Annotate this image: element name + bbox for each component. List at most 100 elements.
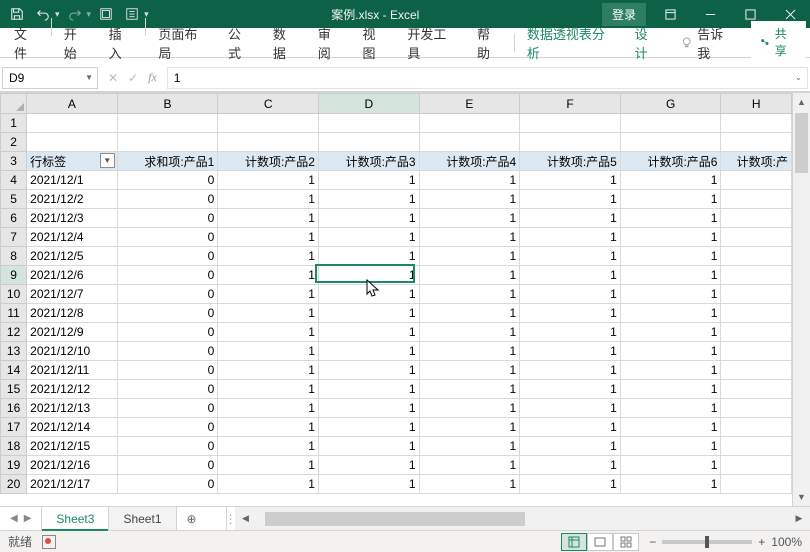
cell-value[interactable]: 1 <box>218 456 319 475</box>
ribbon-context-tab-1[interactable]: 设计 <box>625 18 670 68</box>
cell-value[interactable]: 1 <box>318 323 419 342</box>
cell[interactable] <box>318 133 419 152</box>
cell-value[interactable]: 0 <box>117 342 218 361</box>
cell-value[interactable]: 0 <box>117 475 218 494</box>
normal-view-button[interactable] <box>561 533 587 551</box>
cell-value[interactable]: 1 <box>218 285 319 304</box>
cell-value[interactable]: 1 <box>620 228 721 247</box>
cell[interactable] <box>27 133 118 152</box>
row-header-18[interactable]: 18 <box>1 437 27 456</box>
ribbon-tab-公式[interactable]: 公式 <box>218 18 263 68</box>
cell-value[interactable]: 1 <box>620 171 721 190</box>
cell-value[interactable] <box>721 285 792 304</box>
cell-value[interactable]: 1 <box>520 209 621 228</box>
cell-value[interactable]: 1 <box>218 266 319 285</box>
cell-date[interactable]: 2021/12/5 <box>27 247 118 266</box>
cell-value[interactable]: 1 <box>318 361 419 380</box>
col-header-D[interactable]: D <box>318 94 419 114</box>
page-layout-view-button[interactable] <box>587 533 613 551</box>
cell-value[interactable]: 1 <box>620 361 721 380</box>
ribbon-context-tab-0[interactable]: 数据透视表分析 <box>517 18 625 68</box>
cell[interactable] <box>117 133 218 152</box>
cell-value[interactable]: 1 <box>620 380 721 399</box>
ribbon-tab-开发工具[interactable]: 开发工具 <box>397 18 467 68</box>
cell[interactable] <box>721 133 792 152</box>
cell-date[interactable]: 2021/12/12 <box>27 380 118 399</box>
name-box-dropdown-icon[interactable]: ▼ <box>85 73 93 82</box>
cell-value[interactable]: 1 <box>620 399 721 418</box>
cell-value[interactable]: 1 <box>419 171 520 190</box>
cell-value[interactable]: 1 <box>520 247 621 266</box>
pivot-col-header[interactable]: 计数项:产品2 <box>218 152 319 171</box>
cell-value[interactable]: 1 <box>419 380 520 399</box>
cell-value[interactable]: 1 <box>218 228 319 247</box>
cell-date[interactable]: 2021/12/9 <box>27 323 118 342</box>
pivot-rowlabel-header[interactable]: 行标签▼ <box>27 152 118 171</box>
pivot-col-header[interactable]: 计数项:产品3 <box>318 152 419 171</box>
cell-value[interactable]: 1 <box>419 247 520 266</box>
cell-value[interactable]: 0 <box>117 323 218 342</box>
cell-value[interactable]: 1 <box>419 323 520 342</box>
cell-value[interactable]: 1 <box>620 247 721 266</box>
cell-value[interactable]: 1 <box>419 456 520 475</box>
cell-date[interactable]: 2021/12/7 <box>27 285 118 304</box>
cell-value[interactable]: 1 <box>318 209 419 228</box>
cell-value[interactable] <box>721 456 792 475</box>
cell-value[interactable]: 1 <box>419 399 520 418</box>
col-header-H[interactable]: H <box>721 94 792 114</box>
row-header-2[interactable]: 2 <box>1 133 27 152</box>
vscroll-thumb[interactable] <box>795 113 808 173</box>
fx-button[interactable]: fx <box>148 70 157 85</box>
cell-date[interactable]: 2021/12/3 <box>27 209 118 228</box>
col-header-F[interactable]: F <box>520 94 621 114</box>
cell-value[interactable]: 1 <box>620 304 721 323</box>
sheet-tab-active[interactable]: Sheet3 <box>42 507 109 530</box>
hscroll-track[interactable] <box>255 512 791 526</box>
cell-value[interactable]: 1 <box>218 361 319 380</box>
cell-value[interactable]: 1 <box>520 285 621 304</box>
cell[interactable] <box>218 114 319 133</box>
cell-value[interactable]: 1 <box>218 171 319 190</box>
col-header-A[interactable]: A <box>27 94 118 114</box>
cell[interactable] <box>419 114 520 133</box>
cell-value[interactable]: 1 <box>318 380 419 399</box>
zoom-level-label[interactable]: 100% <box>771 535 802 549</box>
cell-value[interactable]: 1 <box>520 380 621 399</box>
spreadsheet-grid[interactable]: ABCDEFGH123行标签▼求和项:产品1计数项:产品2计数项:产品3计数项:… <box>0 93 792 506</box>
cell-value[interactable]: 0 <box>117 266 218 285</box>
cell[interactable] <box>419 133 520 152</box>
cell-value[interactable] <box>721 171 792 190</box>
cell-value[interactable] <box>721 399 792 418</box>
scroll-down-button[interactable]: ▼ <box>793 488 810 506</box>
page-break-view-button[interactable] <box>613 533 639 551</box>
cell-value[interactable]: 1 <box>218 399 319 418</box>
horizontal-scrollbar[interactable]: ◀ ▶ <box>235 507 810 530</box>
row-header-4[interactable]: 4 <box>1 171 27 190</box>
ribbon-tab-审阅[interactable]: 审阅 <box>308 18 353 68</box>
cell-value[interactable]: 0 <box>117 171 218 190</box>
cell-value[interactable]: 1 <box>218 304 319 323</box>
row-header-12[interactable]: 12 <box>1 323 27 342</box>
row-header-20[interactable]: 20 <box>1 475 27 494</box>
new-sheet-button[interactable]: ⊕ <box>177 507 207 530</box>
cell[interactable] <box>520 133 621 152</box>
row-header-16[interactable]: 16 <box>1 399 27 418</box>
cell[interactable] <box>318 114 419 133</box>
cell-value[interactable]: 1 <box>620 209 721 228</box>
cell-value[interactable]: 0 <box>117 190 218 209</box>
name-box[interactable]: D9 ▼ <box>2 67 98 89</box>
ribbon-tab-数据[interactable]: 数据 <box>263 18 308 68</box>
macro-record-icon[interactable] <box>42 535 56 549</box>
cell-value[interactable]: 1 <box>318 171 419 190</box>
cell-value[interactable] <box>721 209 792 228</box>
cell-value[interactable]: 1 <box>419 342 520 361</box>
pivot-col-header[interactable]: 计数项:产 <box>721 152 792 171</box>
cell-value[interactable]: 1 <box>419 266 520 285</box>
cell-value[interactable]: 0 <box>117 361 218 380</box>
cell-value[interactable]: 1 <box>520 418 621 437</box>
cell-date[interactable]: 2021/12/16 <box>27 456 118 475</box>
cell-value[interactable]: 1 <box>318 285 419 304</box>
cell-value[interactable]: 1 <box>620 418 721 437</box>
cell-value[interactable]: 1 <box>520 304 621 323</box>
cell-value[interactable]: 0 <box>117 399 218 418</box>
